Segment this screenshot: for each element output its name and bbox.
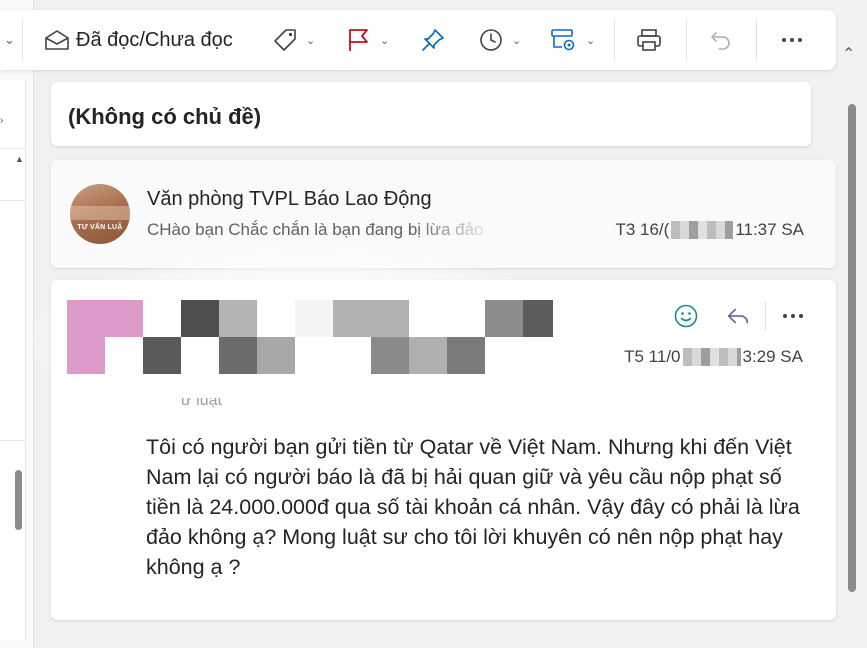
- mosaic-cell: [219, 300, 257, 337]
- subject-title: (Không có chủ đề): [68, 104, 262, 129]
- mosaic-cell: [181, 300, 219, 337]
- emoji-reaction-icon[interactable]: [673, 303, 699, 329]
- mosaic-cell: [143, 337, 181, 374]
- toolbar-separator: [614, 20, 615, 60]
- timestamp-suffix: 11:37 SA: [735, 220, 804, 239]
- divider: [0, 440, 26, 441]
- subject-header: (Không có chủ đề): [51, 82, 811, 146]
- chevron-down-icon: ⌄: [586, 34, 596, 47]
- mosaic-cell: [409, 337, 447, 374]
- clock-icon: [478, 27, 504, 53]
- print-button[interactable]: [635, 10, 663, 70]
- scroll-thumb[interactable]: [848, 104, 856, 592]
- preview-fade: [411, 218, 521, 244]
- more-options-button[interactable]: [780, 10, 804, 70]
- more-icon: [780, 27, 804, 53]
- envelope-open-icon: [44, 28, 70, 52]
- mosaic-cell: [333, 300, 409, 337]
- chevron-down-icon: ⌄: [4, 32, 15, 47]
- read-unread-button[interactable]: Đã đọc/Chưa đọc: [44, 10, 233, 70]
- avatar-band: [70, 206, 130, 220]
- undo-icon: [708, 27, 734, 53]
- message-timestamp: T5 11/0 3:29 SA: [624, 347, 803, 367]
- timestamp-prefix: T3 16/(: [615, 220, 670, 239]
- rules-button[interactable]: ⌄: [550, 10, 595, 70]
- pin-icon: [420, 27, 446, 53]
- mosaic-cell: [219, 337, 257, 374]
- chevron-down-icon: ⌄: [380, 34, 390, 47]
- toolbar-overflow-chevron[interactable]: ⌄: [2, 10, 15, 70]
- reply-icon[interactable]: [725, 303, 751, 329]
- tag-icon: [272, 27, 298, 53]
- chevron-down-icon: ⌄: [306, 34, 316, 47]
- list-scroll-thumb[interactable]: [15, 470, 22, 530]
- tag-button[interactable]: ⌄: [272, 10, 315, 70]
- redacted-sender-mosaic: [67, 300, 553, 374]
- divider: [0, 148, 26, 149]
- scroll-up-chevron-icon[interactable]: ⌃: [842, 44, 855, 64]
- quoted-text-fragment: ư luật: [181, 398, 222, 408]
- read-unread-label: Đã đọc/Chưa đọc: [76, 28, 233, 51]
- scroll-up-icon[interactable]: ▲: [15, 154, 24, 164]
- undo-button[interactable]: [708, 10, 734, 70]
- timestamp-prefix: T5 11/0: [624, 347, 681, 366]
- more-icon[interactable]: [780, 303, 806, 329]
- toolbar-separator: [22, 20, 23, 60]
- timestamp-suffix: 3:29 SA: [742, 347, 804, 366]
- pointer-icon: ›: [0, 115, 4, 126]
- mosaic-cell: [523, 300, 553, 337]
- expanded-message: T5 11/0 3:29 SA ư luật Tôi có người bạn …: [31, 250, 836, 620]
- message-timestamp: T3 16/( 11:37 SA: [615, 220, 804, 240]
- action-separator: [765, 302, 766, 330]
- toolbar-separator: [756, 20, 757, 60]
- pin-button[interactable]: [420, 10, 446, 70]
- redacted-date: [671, 221, 734, 239]
- snooze-button[interactable]: ⌄: [478, 10, 521, 70]
- redacted-date: [682, 348, 741, 366]
- message-list-card: [0, 80, 26, 640]
- message-actions: [673, 302, 806, 330]
- mosaic-cell: [371, 337, 409, 374]
- reading-toolbar: ⌄ Đã đọc/Chưa đọc ⌄ ⌄ ⌄ ⌄: [0, 10, 836, 70]
- flag-button[interactable]: ⌄: [346, 10, 389, 70]
- chevron-down-icon: ⌄: [512, 34, 522, 47]
- mosaic-cell: [485, 300, 523, 337]
- toolbar-separator: [686, 20, 687, 60]
- divider: [0, 200, 26, 201]
- rules-icon: [550, 27, 578, 53]
- avatar: TƯ VẤN LUẬ: [70, 184, 130, 244]
- message-list-pane: ⌄ › ▲: [0, 0, 34, 648]
- flag-icon: [346, 27, 372, 53]
- print-icon: [635, 27, 663, 53]
- avatar-text: TƯ VẤN LUẬ: [77, 224, 123, 231]
- sender-name: Văn phòng TVPL Báo Lao Động: [147, 188, 432, 210]
- mosaic-cell: [257, 337, 295, 374]
- mosaic-cell: [447, 337, 485, 374]
- mosaic-cell: [105, 337, 143, 374]
- reading-pane-scrollbar[interactable]: [846, 100, 857, 640]
- message-body: Tôi có người bạn gửi tiền từ Qatar về Vi…: [146, 435, 800, 579]
- mosaic-cell: [295, 300, 333, 337]
